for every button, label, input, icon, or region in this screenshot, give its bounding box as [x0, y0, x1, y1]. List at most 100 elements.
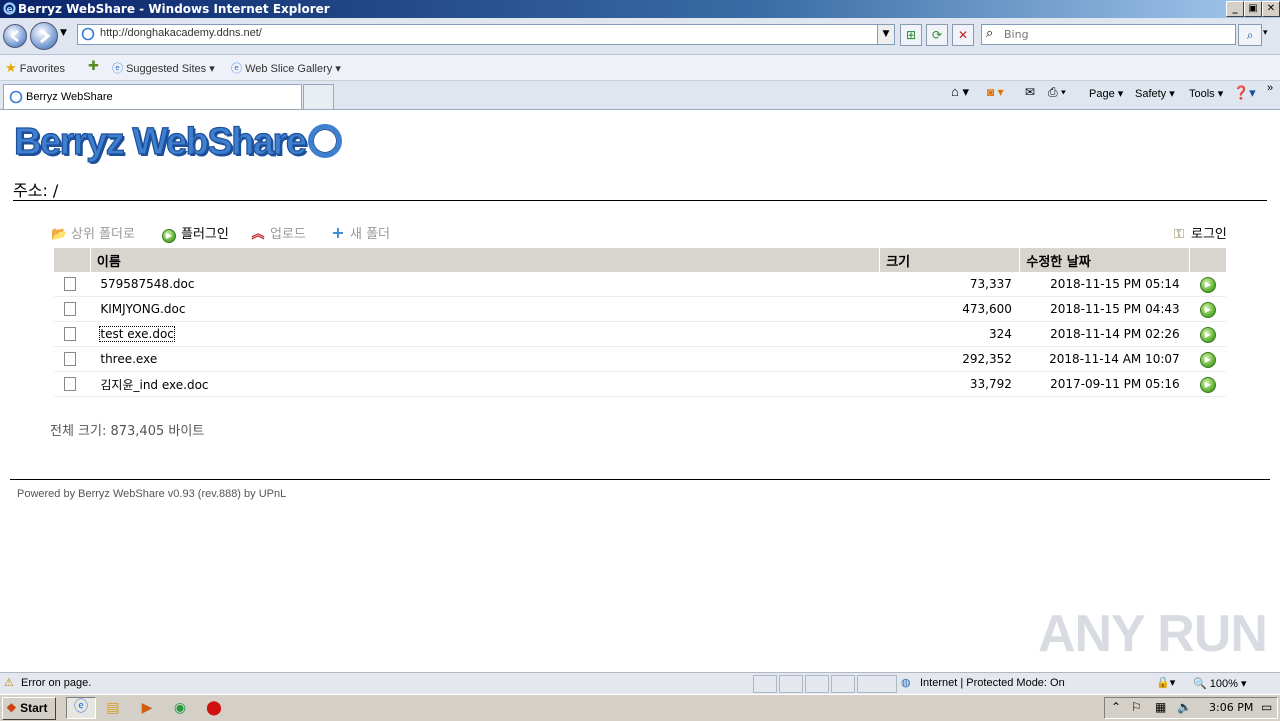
opera-taskbar-icon[interactable]: ⬤ — [205, 699, 223, 717]
status-error-text[interactable]: Error on page. — [21, 677, 91, 689]
explorer-taskbar-icon[interactable]: ▤ — [104, 699, 122, 717]
feeds-icon[interactable]: ◙ ▾ — [987, 85, 1004, 99]
file-size: 33,792 — [879, 371, 1020, 397]
minimize-button[interactable]: _ — [1226, 1, 1244, 17]
media-player-taskbar-icon[interactable]: ▶ — [138, 699, 156, 717]
network-icon[interactable]: ▦ — [1155, 700, 1166, 714]
document-icon — [64, 352, 76, 367]
powered-by-footer: Powered by Berryz WebShare v0.93 (rev.88… — [17, 488, 287, 500]
ie-page-icon: ⓔ — [112, 63, 123, 75]
add-to-favorites-icon[interactable]: ✚ — [88, 58, 99, 74]
compatibility-view-button[interactable]: ⊞ — [900, 24, 922, 46]
clock[interactable]: 3:06 PM — [1209, 701, 1253, 714]
address-dropdown-icon[interactable]: ▼ — [877, 25, 894, 44]
volume-icon[interactable]: 🔈 — [1177, 700, 1192, 714]
safety-menu[interactable]: Safety ▾ — [1135, 87, 1175, 100]
table-row[interactable]: 김지윤_ind exe.doc 33,792 2017-09-11 PM 05:16… — [54, 371, 1226, 397]
name-column-header[interactable]: 이름 — [90, 248, 881, 272]
play-plugin-icon[interactable]: ▶ — [1199, 301, 1216, 318]
file-size: 73,337 — [879, 272, 1020, 297]
taskbar: ❖ Start ⓔ ▤ ▶ ◉ ⬤ ⌃ ⚐ ▦ 🔈 3:06 PM ▭ — [0, 694, 1280, 721]
svg-text:e: e — [7, 5, 13, 15]
play-plugin-icon[interactable]: ▶ — [1199, 376, 1216, 393]
stop-button[interactable]: ✕ — [952, 24, 974, 46]
plugin-link[interactable]: ▶ 플러그인 — [161, 223, 229, 243]
page-menu[interactable]: Page ▾ — [1089, 87, 1123, 100]
upload-link[interactable]: ︽ 업로드 — [250, 223, 305, 242]
tab-berryz-webshare[interactable]: Berryz WebShare — [3, 84, 302, 109]
file-name[interactable]: KIMJYONG.doc — [90, 296, 880, 322]
forward-button[interactable] — [30, 22, 58, 50]
zone-text[interactable]: Internet | Protected Mode: On — [920, 677, 1065, 689]
help-icon[interactable]: ❓▾ — [1233, 85, 1256, 101]
start-button[interactable]: ❖ Start — [2, 697, 56, 720]
file-name-link[interactable]: test exe.doc — [99, 326, 175, 342]
tools-menu[interactable]: Tools ▾ — [1189, 87, 1223, 100]
search-options-icon[interactable]: ▾ — [1263, 28, 1268, 38]
refresh-button[interactable]: ⟳ — [926, 24, 948, 46]
document-icon — [64, 327, 76, 342]
file-name[interactable]: three.exe — [90, 346, 880, 372]
file-name-link[interactable]: KIMJYONG.doc — [100, 302, 185, 316]
file-icon-cell — [54, 296, 91, 322]
table-row[interactable]: KIMJYONG.doc 473,600 2018-11-15 PM 04:43 ▶ — [54, 296, 1226, 322]
file-name-link[interactable]: 579587548.doc — [100, 277, 194, 291]
ie-taskbar-icon[interactable]: ⓔ — [66, 697, 96, 719]
ie-logo-icon: e — [3, 2, 16, 15]
file-name-link[interactable]: three.exe — [100, 352, 157, 366]
play-plugin-icon[interactable]: ▶ — [1199, 351, 1216, 368]
modified-column-header[interactable]: 수정한 날짜 — [1019, 248, 1191, 272]
address-bar[interactable]: http://donghakacademy.ddns.net/ ▼ — [77, 24, 895, 45]
file-name-link[interactable]: 김지윤_ind exe.doc — [100, 378, 208, 392]
recent-pages-dropdown-icon[interactable]: ▼ — [60, 28, 67, 38]
icon-column-header — [54, 248, 91, 272]
show-desktop-icon[interactable]: ▭ — [1261, 700, 1272, 714]
close-window-button[interactable]: ✕ — [1262, 1, 1280, 17]
favorites-button[interactable]: ★ Favorites — [5, 60, 65, 76]
logo-ring-icon — [308, 123, 343, 158]
header-divider — [13, 200, 1267, 201]
login-link[interactable]: ⚿ 로그인 — [1171, 223, 1227, 242]
file-modified: 2018-11-14 PM 02:26 — [1019, 321, 1190, 347]
search-box[interactable]: ⌕ Bing — [981, 24, 1236, 45]
play-plugin-icon[interactable]: ▶ — [1199, 276, 1216, 293]
home-icon[interactable]: ⌂ ▾ — [951, 84, 969, 100]
new-tab-button[interactable] — [303, 84, 334, 109]
read-mail-icon[interactable]: ✉ — [1025, 85, 1035, 99]
status-cell — [805, 675, 829, 693]
file-action-cell[interactable]: ▶ — [1189, 272, 1226, 297]
document-icon — [64, 302, 76, 317]
size-column-header[interactable]: 크기 — [879, 248, 1021, 272]
file-action-cell[interactable]: ▶ — [1189, 371, 1226, 397]
suggested-sites-link[interactable]: ⓔ Suggested Sites ▾ — [112, 60, 215, 76]
address-text[interactable]: http://donghakacademy.ddns.net/ — [100, 27, 262, 39]
zoom-control[interactable]: 🔍 100% ▾ — [1193, 677, 1246, 690]
action-center-icon[interactable]: ⚐ — [1131, 700, 1142, 714]
upload-arrows-icon: ︽ — [251, 227, 265, 242]
warning-icon[interactable]: ⚠ — [4, 676, 14, 689]
file-action-cell[interactable]: ▶ — [1189, 296, 1226, 322]
file-size: 292,352 — [879, 346, 1020, 372]
parent-folder-link[interactable]: 📂 상위 폴더로 — [51, 223, 135, 242]
new-folder-link[interactable]: + 새 폴더 — [330, 223, 390, 242]
window-title-bar: e Berryz WebShare - Windows Internet Exp… — [0, 0, 1280, 18]
berryz-logo[interactable]: Berryz WebShare — [13, 120, 343, 164]
file-name[interactable]: 김지윤_ind exe.doc — [90, 371, 880, 397]
table-row[interactable]: three.exe 292,352 2018-11-14 AM 10:07 ▶ — [54, 346, 1226, 372]
tray-expand-icon[interactable]: ⌃ — [1111, 700, 1121, 714]
protected-mode-icon[interactable]: 🔒▾ — [1156, 676, 1175, 689]
restore-button[interactable]: ▣ — [1244, 1, 1262, 17]
file-name[interactable]: test exe.doc — [90, 321, 880, 347]
table-row[interactable]: test exe.doc 324 2018-11-14 PM 02:26 ▶ — [54, 321, 1226, 347]
search-button[interactable]: ⌕ — [1238, 24, 1262, 46]
file-action-cell[interactable]: ▶ — [1189, 346, 1226, 372]
play-plugin-icon[interactable]: ▶ — [1199, 326, 1216, 343]
file-action-cell[interactable]: ▶ — [1189, 321, 1226, 347]
web-slice-gallery-link[interactable]: ⓔ Web Slice Gallery ▾ — [231, 60, 341, 76]
back-button[interactable] — [3, 24, 27, 48]
print-icon[interactable]: ⎙ ▾ — [1048, 85, 1066, 100]
chrome-taskbar-icon[interactable]: ◉ — [171, 699, 189, 717]
file-name[interactable]: 579587548.doc — [90, 272, 880, 297]
chevron-more-icon[interactable]: » — [1267, 82, 1273, 94]
table-row[interactable]: 579587548.doc 73,337 2018-11-15 PM 05:14 ▶ — [54, 272, 1226, 297]
